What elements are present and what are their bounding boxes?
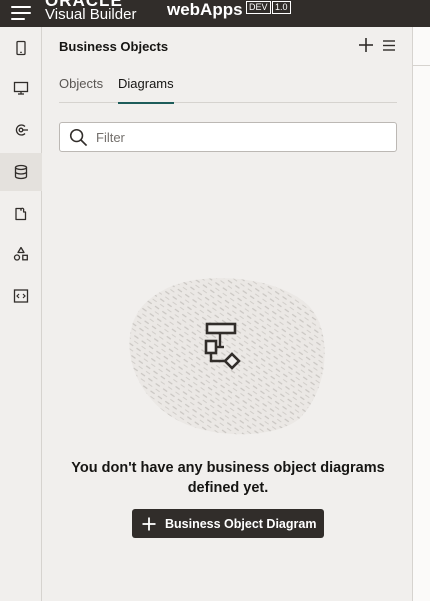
source-code-icon	[13, 289, 29, 303]
panel-tabs: Objects Diagrams	[59, 76, 397, 104]
business-objects-panel: Business Objects Objects Diagrams You do…	[42, 27, 413, 601]
rail-item-web-apps[interactable]	[0, 69, 42, 107]
editor-header-edge	[413, 27, 430, 66]
mobile-device-icon	[16, 40, 26, 56]
app-header: ORACLE Visual Builder webApps DEV 1.0	[0, 0, 430, 27]
app-name[interactable]: webApps	[167, 0, 243, 20]
create-diagram-button[interactable]: Business Object Diagram	[132, 509, 324, 538]
shapes-icon	[13, 246, 28, 261]
puzzle-piece-icon	[15, 207, 27, 221]
rail-item-mobile-apps[interactable]	[0, 29, 42, 67]
tab-diagrams[interactable]: Diagrams	[118, 76, 174, 104]
create-diagram-label: Business Object Diagram	[165, 516, 317, 531]
rail-item-services[interactable]	[0, 111, 42, 149]
desktop-monitor-icon	[13, 81, 29, 95]
rail-item-components[interactable]	[0, 195, 42, 233]
empty-diagram-illustration-icon	[129, 278, 325, 435]
filter-input[interactable]	[96, 128, 386, 147]
env-badge: DEV	[246, 1, 271, 14]
product-name: Visual Builder	[45, 6, 137, 23]
menu-lines-icon[interactable]	[383, 40, 395, 51]
editor-area-edge	[413, 27, 430, 601]
search-icon	[69, 128, 88, 147]
empty-state-message: You don't have any business object diagr…	[71, 460, 385, 496]
tab-objects[interactable]: Objects	[59, 76, 103, 103]
navigator-rail	[0, 27, 42, 601]
rail-item-processes[interactable]	[0, 235, 42, 273]
hamburger-menu-icon[interactable]	[11, 6, 31, 20]
rail-item-source-code[interactable]	[0, 277, 42, 315]
panel-title: Business Objects	[59, 39, 169, 54]
plus-icon	[142, 517, 156, 530]
database-icon	[14, 164, 28, 180]
filter-field[interactable]	[59, 122, 397, 152]
add-icon[interactable]	[358, 37, 374, 53]
rail-item-business-objects[interactable]	[0, 153, 42, 191]
service-connection-icon	[15, 124, 28, 136]
version-badge: 1.0	[272, 1, 291, 14]
